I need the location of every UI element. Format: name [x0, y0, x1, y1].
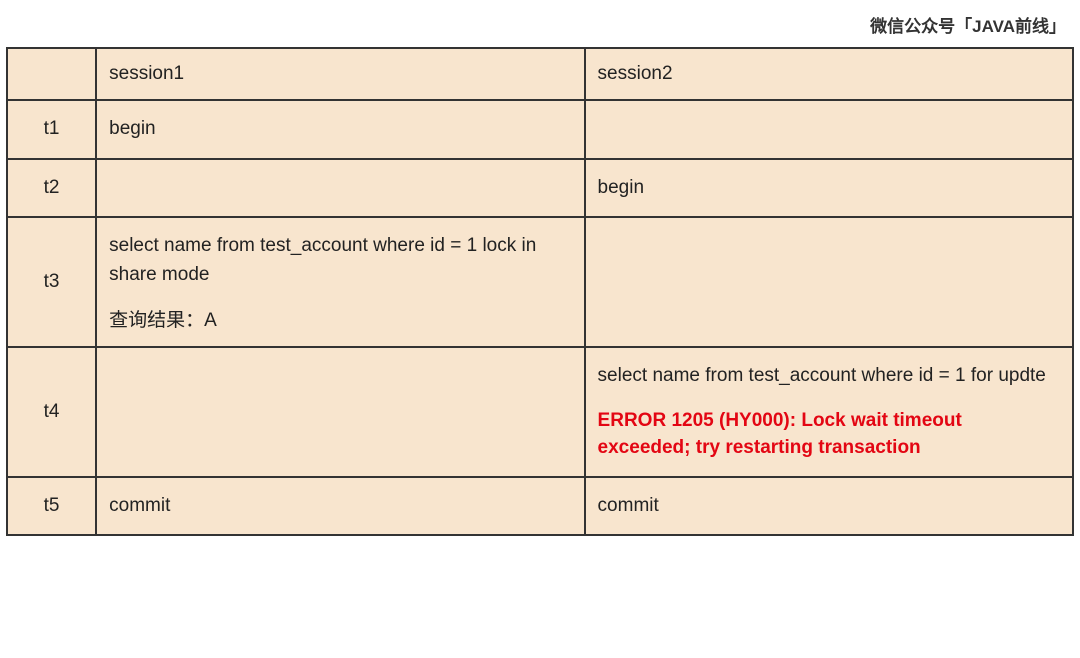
- table-row: t1 begin: [7, 100, 1073, 159]
- cell-content: begin: [598, 177, 645, 198]
- cell-content: commit: [109, 495, 170, 516]
- table-header-row: session1 session2: [7, 48, 1073, 100]
- session2-cell: [585, 100, 1073, 159]
- session2-cell: commit: [585, 477, 1073, 536]
- session1-cell: commit: [96, 477, 584, 536]
- table-row: t3 select name from test_account where i…: [7, 217, 1073, 347]
- cell-sub-content: 查询结果：A: [109, 305, 571, 332]
- header-time: [7, 48, 96, 100]
- time-cell: t2: [7, 159, 96, 218]
- cell-content: select name from test_account where id =…: [109, 235, 536, 285]
- session1-cell: [96, 347, 584, 477]
- time-cell: t3: [7, 217, 96, 347]
- time-cell: t5: [7, 477, 96, 536]
- header-session2: session2: [585, 48, 1073, 100]
- time-cell: t4: [7, 347, 96, 477]
- session-table: session1 session2 t1 begin t2 begin t3 s…: [6, 47, 1074, 536]
- session2-cell: begin: [585, 159, 1073, 218]
- header-session1: session1: [96, 48, 584, 100]
- session1-cell: select name from test_account where id =…: [96, 217, 584, 347]
- time-cell: t1: [7, 100, 96, 159]
- table-row: t5 commit commit: [7, 477, 1073, 536]
- session2-cell: [585, 217, 1073, 347]
- cell-content: commit: [598, 495, 659, 516]
- session1-cell: begin: [96, 100, 584, 159]
- session1-cell: [96, 159, 584, 218]
- cell-content: select name from test_account where id =…: [598, 365, 1046, 386]
- attribution-text: 微信公众号「JAVA前线」: [0, 0, 1080, 47]
- table-row: t4 select name from test_account where i…: [7, 347, 1073, 477]
- cell-error-content: ERROR 1205 (HY000): Lock wait timeout ex…: [598, 407, 1060, 462]
- cell-content: begin: [109, 118, 156, 139]
- table-row: t2 begin: [7, 159, 1073, 218]
- session2-cell: select name from test_account where id =…: [585, 347, 1073, 477]
